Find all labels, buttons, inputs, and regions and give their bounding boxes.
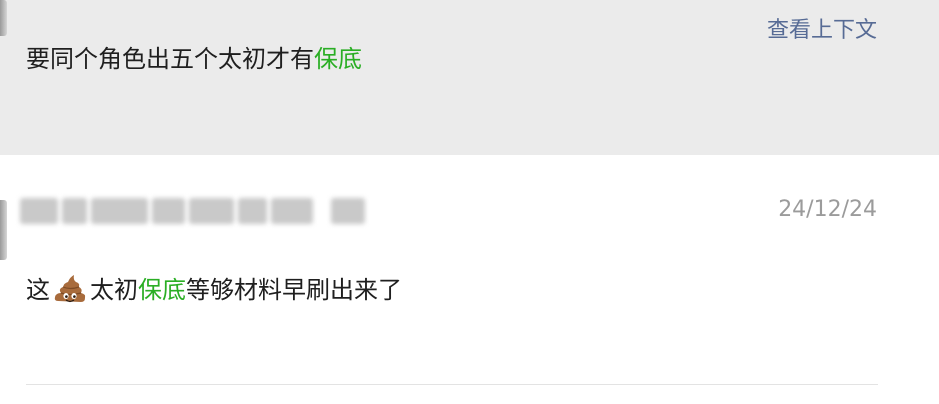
highlight-keyword: 保底 — [138, 276, 186, 304]
avatar[interactable] — [0, 0, 7, 36]
divider — [26, 384, 878, 385]
comment-text-part: 这 — [26, 276, 50, 304]
quoted-message-text: 要同个角色出五个太初才有保底 — [26, 42, 362, 76]
highlight-keyword: 保底 — [314, 45, 362, 73]
comment-text: 这 太初 保底 等够材料早刷出来了 — [26, 271, 402, 309]
avatar[interactable] — [0, 200, 7, 260]
quoted-message-text-part: 要同个角色出五个太初才有 — [26, 45, 314, 73]
poop-emoji-icon — [54, 275, 86, 303]
quoted-message-block: 查看上下文 要同个角色出五个太初才有保底 — [0, 0, 939, 155]
comment-text-part: 等够材料早刷出来了 — [186, 276, 402, 304]
blurred-username — [20, 194, 365, 228]
view-context-link[interactable]: 查看上下文 — [767, 12, 877, 44]
comment-date: 24/12/24 — [778, 197, 877, 222]
comment-text-part: 太初 — [90, 276, 138, 304]
